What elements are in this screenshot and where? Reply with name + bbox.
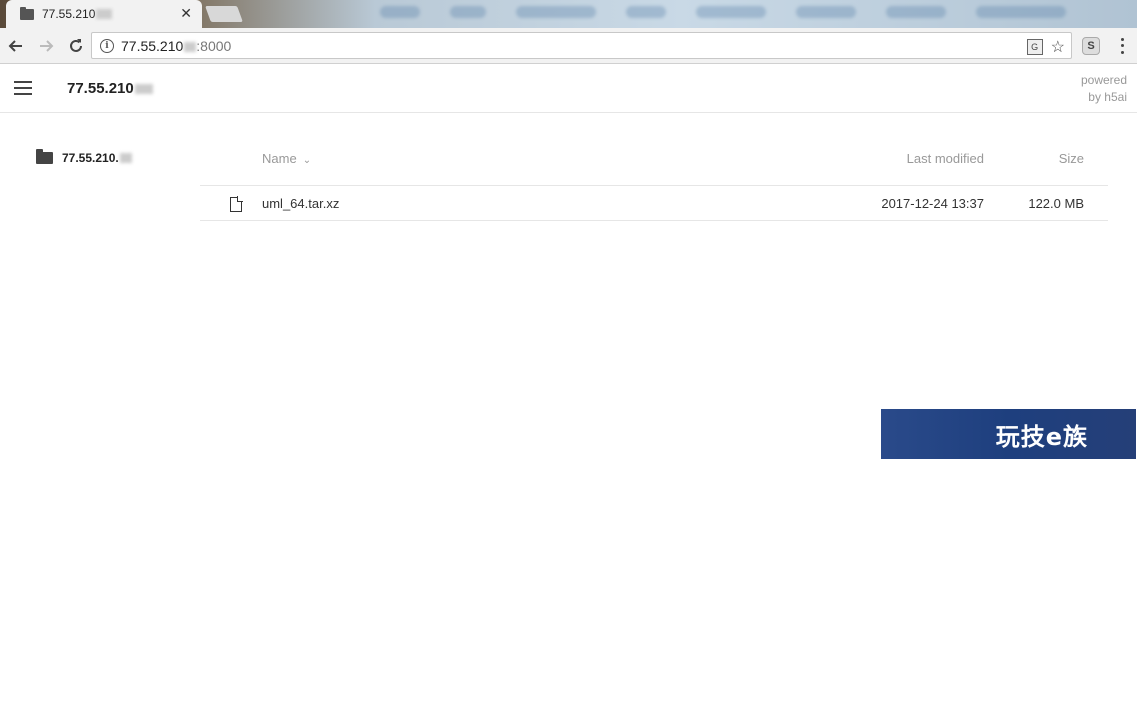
column-size[interactable]: Size bbox=[1059, 151, 1084, 166]
browser-tab[interactable]: 77.55.210 ✕ bbox=[6, 0, 202, 28]
chevron-down-icon: ⌄ bbox=[302, 155, 312, 166]
column-name[interactable]: Name ⌄ bbox=[262, 151, 311, 166]
page-title: 77.55.210 bbox=[67, 80, 153, 97]
folder-icon bbox=[20, 6, 34, 20]
info-icon[interactable]: i bbox=[100, 38, 114, 53]
h5ai-header: 77.55.210 powered by h5ai bbox=[0, 65, 1137, 113]
file-modified: 2017-12-24 13:37 bbox=[881, 196, 984, 211]
redacted-text bbox=[96, 9, 113, 19]
listing-header: Name ⌄ Last modified Size bbox=[200, 140, 1108, 186]
star-icon[interactable]: ☆ bbox=[1051, 37, 1065, 57]
bookmarks-blurred bbox=[380, 6, 1066, 18]
menu-icon[interactable] bbox=[1115, 36, 1129, 56]
close-icon[interactable]: ✕ bbox=[180, 5, 192, 22]
reload-icon[interactable] bbox=[62, 32, 90, 60]
tab-title: 77.55.210 bbox=[42, 7, 96, 21]
forward-icon[interactable] bbox=[32, 32, 60, 60]
extension-icon[interactable]: S bbox=[1082, 37, 1100, 55]
watermark-logo: 玩技e族 bbox=[881, 409, 1136, 459]
powered-by[interactable]: powered by h5ai bbox=[1081, 72, 1127, 106]
folder-icon bbox=[36, 149, 53, 164]
new-tab-button[interactable] bbox=[205, 6, 243, 22]
translate-icon[interactable]: G bbox=[1026, 39, 1043, 55]
tree-label: 77.55.210. bbox=[62, 151, 119, 165]
column-last-modified[interactable]: Last modified bbox=[907, 151, 984, 166]
url-text: 77.55.210:8000 bbox=[121, 37, 232, 54]
browser-toolbar: i 77.55.210:8000 G ☆ S bbox=[0, 28, 1137, 64]
tree-root-folder[interactable]: 77.55.210. bbox=[36, 149, 132, 165]
file-size: 122.0 MB bbox=[1028, 196, 1084, 211]
back-icon[interactable] bbox=[2, 32, 30, 60]
hamburger-icon[interactable] bbox=[14, 81, 32, 95]
file-row[interactable]: uml_64.tar.xz 2017-12-24 13:37 122.0 MB bbox=[200, 187, 1108, 221]
tab-strip: 77.55.210 ✕ bbox=[0, 0, 1137, 28]
file-name[interactable]: uml_64.tar.xz bbox=[262, 196, 339, 211]
address-bar[interactable]: i 77.55.210:8000 G ☆ bbox=[91, 32, 1072, 59]
file-icon bbox=[230, 196, 243, 212]
